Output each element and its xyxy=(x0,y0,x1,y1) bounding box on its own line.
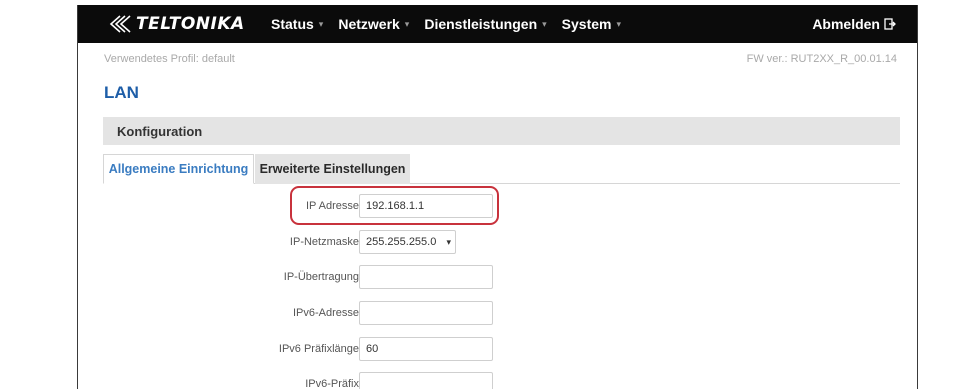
nav-item-netzwerk[interactable]: Netzwerk ▾ xyxy=(338,16,409,32)
teltonika-chevron-icon xyxy=(109,15,131,33)
ipv6-prefix-row: IPv6-Präfix xyxy=(78,372,917,389)
ipv6-prefix-length-row: IPv6 Präfixlänge 60 xyxy=(78,337,917,361)
ipv6-prefix-input[interactable] xyxy=(359,372,493,389)
caret-down-icon: ▾ xyxy=(318,18,324,29)
netmask-label: IP-Netzmaske xyxy=(289,236,359,248)
section-title: Konfiguration xyxy=(117,123,203,139)
ip-address-row: IP Adresse 192.168.1.1 xyxy=(78,194,917,218)
section-header: Konfiguration xyxy=(103,117,900,145)
broadcast-input[interactable] xyxy=(359,265,493,289)
nav-item-label: Dienstleistungen xyxy=(424,16,538,32)
nav-item-status[interactable]: Status ▾ xyxy=(271,16,323,32)
ipv6-address-label: IPv6-Adresse xyxy=(292,307,359,319)
chevron-down-icon: ▾ xyxy=(446,236,451,247)
teltonika-logo[interactable]: TELTONIKA xyxy=(108,11,245,37)
ipv6-prefix-label: IPv6-Präfix xyxy=(305,378,359,389)
nav-item-label: Status xyxy=(271,16,314,32)
caret-down-icon: ▾ xyxy=(404,18,410,29)
tab-allgemeine-einrichtung[interactable]: Allgemeine Einrichtung xyxy=(103,154,254,184)
nav-item-label: System xyxy=(561,16,612,32)
router-web-ui: TELTONIKA Status ▾ Netzwerk ▾ Dienstleis… xyxy=(77,5,918,389)
nav-item-label: Netzwerk xyxy=(338,16,400,32)
logout-icon xyxy=(884,18,896,30)
netmask-value: 255.255.255.0 xyxy=(366,236,437,248)
nav-item-system[interactable]: System ▾ xyxy=(562,16,621,32)
ipv6-prefix-length-input[interactable]: 60 xyxy=(359,337,493,361)
netmask-select[interactable]: 255.255.255.0 ▾ xyxy=(359,230,456,254)
ipv6-address-input[interactable] xyxy=(359,301,493,325)
brand-name: TELTONIKA xyxy=(136,14,245,34)
caret-down-icon: ▾ xyxy=(542,18,547,29)
top-navbar: TELTONIKA Status ▾ Netzwerk ▾ Dienstleis… xyxy=(78,5,917,43)
main-menu: Status ▾ Netzwerk ▾ Dienstleistungen ▾ S… xyxy=(271,5,636,43)
ip-address-label: IP Adresse xyxy=(306,200,359,212)
logout-label: Abmelden xyxy=(812,16,880,32)
ipv6-address-row: IPv6-Adresse xyxy=(78,301,917,325)
caret-down-icon: ▾ xyxy=(616,18,621,29)
tab-erweiterte-einstellungen[interactable]: Erweiterte Einstellungen xyxy=(255,154,410,184)
broadcast-row: IP-Übertragung xyxy=(78,265,917,289)
logout-button[interactable]: Abmelden xyxy=(812,5,896,43)
profile-info: Verwendetes Profil: default xyxy=(104,53,235,65)
page-title: LAN xyxy=(104,83,139,102)
broadcast-label: IP-Übertragung xyxy=(283,271,359,283)
nav-item-dienstleistungen[interactable]: Dienstleistungen ▾ xyxy=(424,16,546,32)
firmware-version: FW ver.: RUT2XX_R_00.01.14 xyxy=(746,53,897,65)
ip-address-input[interactable]: 192.168.1.1 xyxy=(359,194,493,218)
netmask-row: IP-Netzmaske 255.255.255.0 ▾ xyxy=(78,230,917,254)
ipv6-prefix-length-label: IPv6 Präfixlänge xyxy=(278,343,359,355)
